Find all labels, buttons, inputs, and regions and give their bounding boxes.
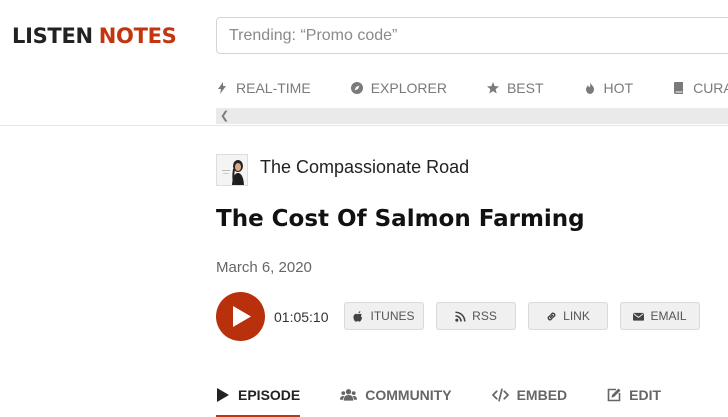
nav-item-label: EXPLORER [370,80,447,96]
book-icon [674,82,684,94]
itunes-label: ITUNES [370,309,415,323]
tab-label: EMBED [516,387,568,403]
rss-label: RSS [472,309,497,323]
nav-item-label: REAL-TIME [236,80,311,96]
link-button[interactable]: LINK [528,302,608,330]
play-button[interactable] [216,292,265,341]
tab-episode[interactable]: EPISODE [216,384,301,417]
podcast-artwork-icon [217,155,247,185]
header-divider [0,125,728,126]
scroll-left-icon[interactable]: ❮ [220,109,229,122]
tab-edit[interactable]: EDIT [607,384,661,417]
play-icon [217,388,229,402]
nav-scrollbar[interactable]: ❮ [216,108,728,124]
itunes-button[interactable]: ITUNES [344,302,424,330]
nav-item-best[interactable]: BEST [486,80,544,96]
nav-item-explorer[interactable]: EXPLORER [350,80,447,96]
episode-duration: 01:05:10 [274,309,329,325]
podcast-title-link[interactable]: The Compassionate Road [260,157,469,178]
bolt-icon [218,82,226,94]
logo-part-notes: NOTES [98,24,177,48]
email-button[interactable]: EMAIL [620,302,700,330]
episode-tabs: EPISODE COMMUNITY EMBED EDIT [216,384,701,417]
compass-icon [350,82,363,94]
link-label: LINK [563,309,590,323]
code-icon [491,388,509,402]
episode-title: The Cost Of Salmon Farming [216,206,585,232]
fire-icon [585,82,594,94]
nav-item-hot[interactable]: HOT [584,80,634,96]
tab-community[interactable]: COMMUNITY [340,384,452,417]
podcast-thumbnail[interactable] [216,154,248,186]
play-icon [233,306,251,327]
apple-icon [353,310,363,322]
nav-item-real-time[interactable]: REAL-TIME [216,80,311,96]
star-icon [486,82,499,94]
search-input[interactable] [216,17,728,54]
top-nav: REAL-TIME EXPLORER BEST HOT CURATED [216,78,728,98]
nav-item-label: CURATED [693,80,728,96]
tab-label: COMMUNITY [365,387,452,403]
nav-item-label: BEST [506,80,544,96]
envelope-icon [633,312,645,321]
tab-label: EDIT [629,387,662,403]
rss-icon [455,310,466,322]
nav-item-curated[interactable]: CURATED [673,80,728,96]
edit-icon [607,388,621,402]
tab-label: EPISODE [238,387,301,403]
rss-button[interactable]: RSS [436,302,516,330]
nav-item-label: HOT [603,80,634,96]
logo-part-listen: LISTEN [12,24,93,48]
link-icon [547,312,556,320]
episode-date: March 6, 2020 [216,259,312,276]
tab-embed[interactable]: EMBED [491,384,568,417]
users-icon [340,389,358,401]
email-label: EMAIL [650,309,687,323]
site-logo[interactable]: LISTEN NOTES [12,24,177,48]
